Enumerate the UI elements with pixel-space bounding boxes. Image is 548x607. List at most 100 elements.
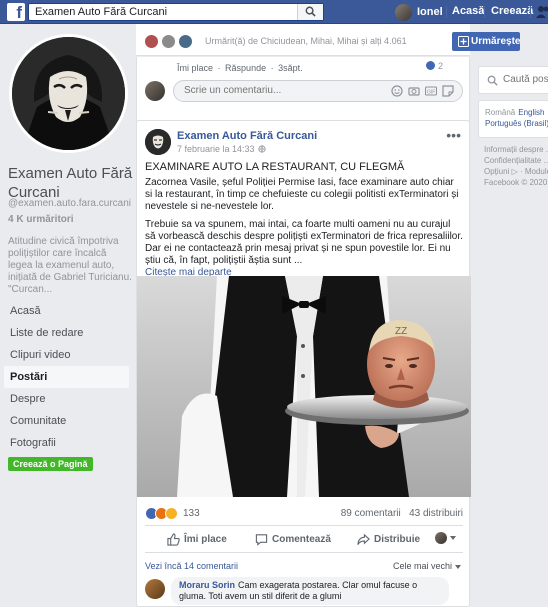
anonymous-mask-icon xyxy=(12,37,125,150)
comment-like-count: 2 xyxy=(438,60,444,71)
page-description: Atitudine civică împotriva polițiștilor … xyxy=(8,236,132,295)
footer-link[interactable]: Confidențialitate ... xyxy=(484,155,548,166)
search-button[interactable] xyxy=(297,4,323,20)
page-search-input[interactable] xyxy=(503,74,548,85)
comment-like-badge[interactable]: 2 xyxy=(425,60,443,71)
post-paragraph: Trebuie sa va spunem, mai intai, ca foar… xyxy=(145,219,463,268)
image-caption: ZZ xyxy=(395,326,407,337)
anonymous-mask-icon xyxy=(145,129,171,155)
comment-button[interactable]: Comentează xyxy=(255,533,331,546)
comment-like-link[interactable]: Îmi place xyxy=(177,63,213,73)
side-nav-about[interactable]: Despre xyxy=(4,388,129,410)
comment-author[interactable]: Moraru Sorin xyxy=(179,580,235,590)
avatar xyxy=(145,81,165,101)
sticker-icon[interactable] xyxy=(442,85,454,97)
comment-input-box[interactable]: GIF xyxy=(173,80,463,102)
user-name: Ionel xyxy=(417,6,443,18)
comment-age: 3săpt. xyxy=(278,63,303,73)
chevron-down-icon xyxy=(450,536,456,540)
current-language: Română xyxy=(485,108,516,117)
search-icon xyxy=(487,75,498,86)
side-nav-posts[interactable]: Postări xyxy=(4,366,129,388)
like-button[interactable]: Îmi place xyxy=(167,533,227,546)
avatar[interactable] xyxy=(161,34,176,49)
side-nav-home[interactable]: Acasă xyxy=(4,300,129,322)
engagement-stats: 89 comentarii 43 distribuiri xyxy=(341,508,463,519)
reaction-count[interactable]: 133 xyxy=(183,508,200,519)
language-option[interactable]: Português (Brasil) xyxy=(485,119,548,128)
friends-icon[interactable] xyxy=(536,4,548,20)
post-as-selector[interactable] xyxy=(435,532,456,544)
page-title[interactable]: Examen Auto Fără Curcani xyxy=(8,164,136,202)
mask-profile-image xyxy=(12,37,125,150)
post-timestamp[interactable]: 7 februarie la 14:33 xyxy=(177,144,266,154)
comment-bubble: Moraru Sorin Cam exagerata postarea. Clar… xyxy=(171,577,449,605)
top-navigation-bar: f Ionel Acasă Creează xyxy=(0,0,548,24)
follow-bar: Urmărit(ă) de Chiciudean, Mihai, Mihai ș… xyxy=(136,24,520,56)
comment-sort-label: Cele mai vechi xyxy=(392,561,452,571)
post-image[interactable]: ZZ xyxy=(137,276,471,497)
reactions-summary: 133 89 comentarii 43 distribuiri xyxy=(145,505,463,523)
page-side-navigation: Acasă Liste de redare Clipuri video Post… xyxy=(4,300,129,454)
page-feed: Urmărit(ă) de Chiciudean, Mihai, Mihai ș… xyxy=(136,24,520,607)
post-time-text: 7 februarie la 14:33 xyxy=(177,144,255,154)
avatar xyxy=(395,3,412,21)
avatar[interactable] xyxy=(144,34,159,49)
post-paragraph: Zacornea Vasile, șeful Poliției Permise … xyxy=(145,177,459,213)
view-more-comments-link[interactable]: Vezi încă 14 comentarii xyxy=(145,561,238,571)
share-icon xyxy=(357,533,370,545)
comments-count-link[interactable]: 89 comentarii xyxy=(341,508,401,519)
footer-link[interactable]: Informații despre ... xyxy=(484,144,548,155)
emoji-icon[interactable] xyxy=(391,85,403,97)
comment-icon xyxy=(255,534,268,546)
create-page-button[interactable]: Creează o Pagină xyxy=(8,457,93,471)
page-username[interactable]: @examen.auto.fara.curcani xyxy=(8,198,132,209)
global-search-box[interactable] xyxy=(28,3,324,21)
right-sidebar: RomânăEnglish Português (Brasil) Informa… xyxy=(470,24,548,607)
gif-icon[interactable]: GIF xyxy=(425,85,437,97)
comment-reply-link[interactable]: Răspunde xyxy=(225,63,266,73)
post-text: Zacornea Vasile, șeful Poliției Permise … xyxy=(145,177,463,280)
haha-reaction-icon xyxy=(165,507,178,520)
post-author-name[interactable]: Examen Auto Fără Curcani xyxy=(177,130,317,142)
page-profile-picture[interactable] xyxy=(9,34,128,153)
copyright-text: Facebook © 2020 xyxy=(484,178,548,187)
post-page-avatar[interactable] xyxy=(145,129,171,155)
like-button-label: Îmi place xyxy=(184,534,227,545)
home-link[interactable]: Acasă xyxy=(452,5,484,17)
global-search-input[interactable] xyxy=(35,5,297,19)
footer-link[interactable]: Opțiuni ▷ · Module ... xyxy=(484,166,548,177)
follow-icon xyxy=(458,36,469,47)
comment-input-tools: GIF xyxy=(386,85,454,97)
comment-sort-dropdown[interactable]: Cele mai vechi xyxy=(393,561,461,571)
side-nav-community[interactable]: Comunitate xyxy=(4,410,129,432)
avatar[interactable] xyxy=(145,579,165,599)
camera-icon[interactable] xyxy=(408,85,420,97)
reaction-icons[interactable] xyxy=(145,507,178,520)
side-nav-playlists[interactable]: Liste de redare xyxy=(4,322,129,344)
write-comment-row: GIF xyxy=(145,79,463,103)
side-nav-videos[interactable]: Clipuri video xyxy=(4,344,129,366)
profile-link[interactable]: Ionel xyxy=(395,3,443,21)
svg-text:GIF: GIF xyxy=(427,89,435,95)
post-action-bar: Îmi place Comentează Distribuie xyxy=(145,525,463,553)
create-link[interactable]: Creează xyxy=(491,5,533,17)
divider xyxy=(530,6,531,18)
divider xyxy=(484,6,485,18)
post-options-icon[interactable]: ••• xyxy=(446,127,461,143)
followed-by-text[interactable]: Urmărit(ă) de Chiciudean, Mihai, Mihai ș… xyxy=(205,36,407,46)
comment-button-label: Comentează xyxy=(272,534,331,545)
facebook-logo-icon[interactable]: f xyxy=(7,3,25,21)
comment-input[interactable] xyxy=(184,85,384,96)
followers-count: 4 K urmăritori xyxy=(8,214,74,225)
avatar[interactable] xyxy=(178,34,193,49)
chevron-down-icon xyxy=(455,564,461,569)
separator: · xyxy=(217,63,221,73)
avatar xyxy=(435,532,447,544)
shares-count-link[interactable]: 43 distribuiri xyxy=(409,508,463,519)
side-nav-photos[interactable]: Fotografii xyxy=(4,432,129,454)
share-button[interactable]: Distribuie xyxy=(357,533,420,546)
post-headline: EXAMINARE AUTO LA RESTAURANT, CU FLEGMĂ xyxy=(145,161,405,173)
language-option[interactable]: English xyxy=(518,108,544,117)
page-search-box[interactable] xyxy=(478,66,548,94)
